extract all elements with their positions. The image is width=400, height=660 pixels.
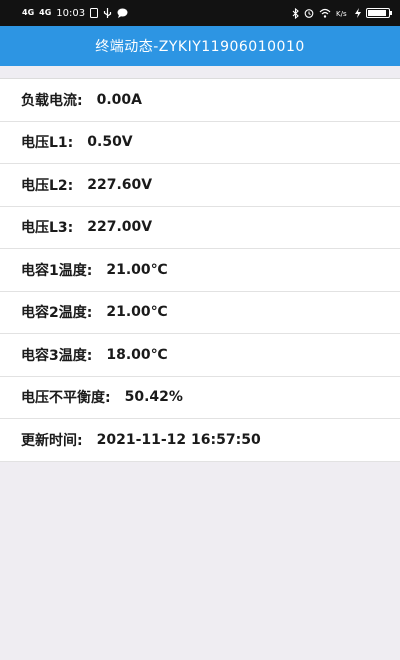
- signal-1-indicator: 4G: [22, 8, 35, 17]
- battery-icon: [366, 8, 392, 18]
- row-value: 0.50V: [87, 134, 133, 151]
- battery-fill: [368, 10, 386, 16]
- speed-icon: K/s: [336, 10, 347, 18]
- chat-icon: [117, 8, 128, 18]
- app-header: 终端动态-ZYKIY11906010010: [0, 26, 400, 66]
- row-value: 50.42%: [124, 389, 183, 406]
- row-label: 电压L2:: [21, 177, 74, 194]
- row-label: 电容1温度:: [21, 262, 93, 279]
- row-capacitor2-temp: 电容2温度: 21.00℃: [0, 292, 400, 334]
- row-load-current: 负载电流: 0.00A: [0, 79, 400, 122]
- row-label: 电容2温度:: [21, 305, 93, 322]
- row-update-time: 更新时间: 2021-11-12 16:57:50: [0, 419, 400, 462]
- sim-icon: [90, 8, 99, 18]
- row-label: 更新时间:: [21, 432, 83, 449]
- status-left: 4G 4G 10:03: [22, 8, 128, 19]
- header-gap: [0, 66, 400, 78]
- status-time: 10:03: [56, 7, 86, 19]
- row-value: 18.00℃: [106, 346, 168, 363]
- row-value: 227.60V: [87, 176, 153, 193]
- row-label: 电压L1:: [21, 135, 74, 152]
- charging-icon: [355, 8, 361, 18]
- row-voltage-unbalance: 电压不平衡度: 50.42%: [0, 377, 400, 419]
- row-value: 2021-11-12 16:57:50: [96, 431, 261, 448]
- row-voltage-l1: 电压L1: 0.50V: [0, 122, 400, 164]
- row-label: 负载电流:: [21, 92, 83, 109]
- row-value: 0.00A: [96, 91, 142, 108]
- empty-bottom-area: [0, 461, 400, 660]
- row-value: 21.00℃: [106, 304, 168, 321]
- row-label: 电压L3:: [21, 220, 74, 237]
- row-capacitor1-temp: 电容1温度: 21.00℃: [0, 249, 400, 292]
- row-voltage-l2: 电压L2: 227.60V: [0, 164, 400, 207]
- bluetooth-icon: [292, 7, 299, 19]
- alarm-icon: [304, 9, 314, 18]
- svg-text:K/s: K/s: [336, 10, 347, 18]
- signal-2-indicator: 4G: [39, 8, 52, 17]
- row-value: 227.00V: [87, 219, 153, 236]
- status-bar: 4G 4G 10:03 K/s: [0, 0, 400, 26]
- row-value: 21.00℃: [106, 261, 168, 278]
- wifi-icon: [319, 8, 331, 18]
- row-label: 电容3温度:: [21, 347, 93, 364]
- info-list: 负载电流: 0.00A 电压L1: 0.50V 电压L2: 227.60V 电压…: [0, 78, 400, 462]
- usb-icon: [104, 8, 112, 18]
- status-right: K/s: [292, 7, 392, 19]
- row-voltage-l3: 电压L3: 227.00V: [0, 207, 400, 249]
- row-label: 电压不平衡度:: [21, 390, 111, 407]
- row-capacitor3-temp: 电容3温度: 18.00℃: [0, 334, 400, 377]
- page-title: 终端动态-ZYKIY11906010010: [95, 39, 305, 55]
